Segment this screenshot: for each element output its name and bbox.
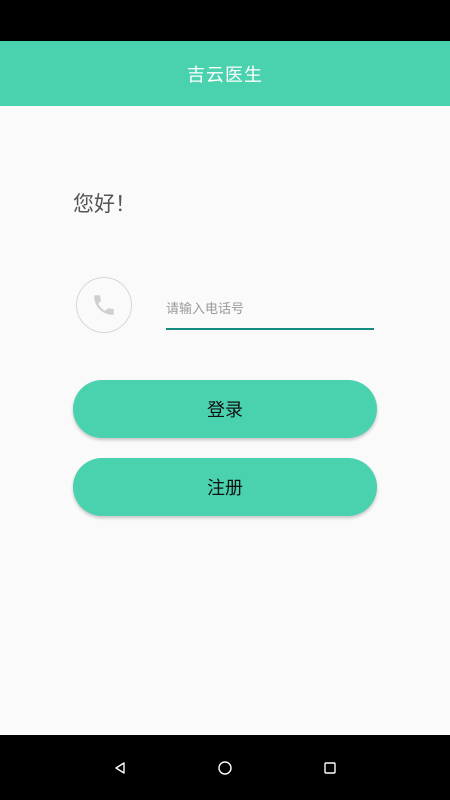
home-circle-icon <box>218 760 232 775</box>
login-screen: 吉云医生 您好！ 登录 注册 <box>0 0 450 800</box>
register-button[interactable]: 注册 <box>73 458 377 516</box>
back-button[interactable] <box>90 735 150 800</box>
recent-apps-button[interactable] <box>300 735 360 800</box>
login-button-label: 登录 <box>207 400 243 421</box>
status-bar <box>0 0 450 41</box>
greeting-text: 您好！ <box>73 192 136 216</box>
app-bar: 吉云医生 <box>0 41 450 106</box>
navigation-bar <box>0 735 450 800</box>
phone-input[interactable] <box>166 290 374 330</box>
recent-square-icon <box>324 761 336 774</box>
app-title: 吉云医生 <box>187 64 263 86</box>
back-triangle-icon <box>115 761 125 774</box>
phone-icon-circle <box>76 277 132 333</box>
login-button[interactable]: 登录 <box>73 380 377 438</box>
phone-icon <box>94 295 114 315</box>
register-button-label: 注册 <box>207 478 243 499</box>
home-button[interactable] <box>195 735 255 800</box>
